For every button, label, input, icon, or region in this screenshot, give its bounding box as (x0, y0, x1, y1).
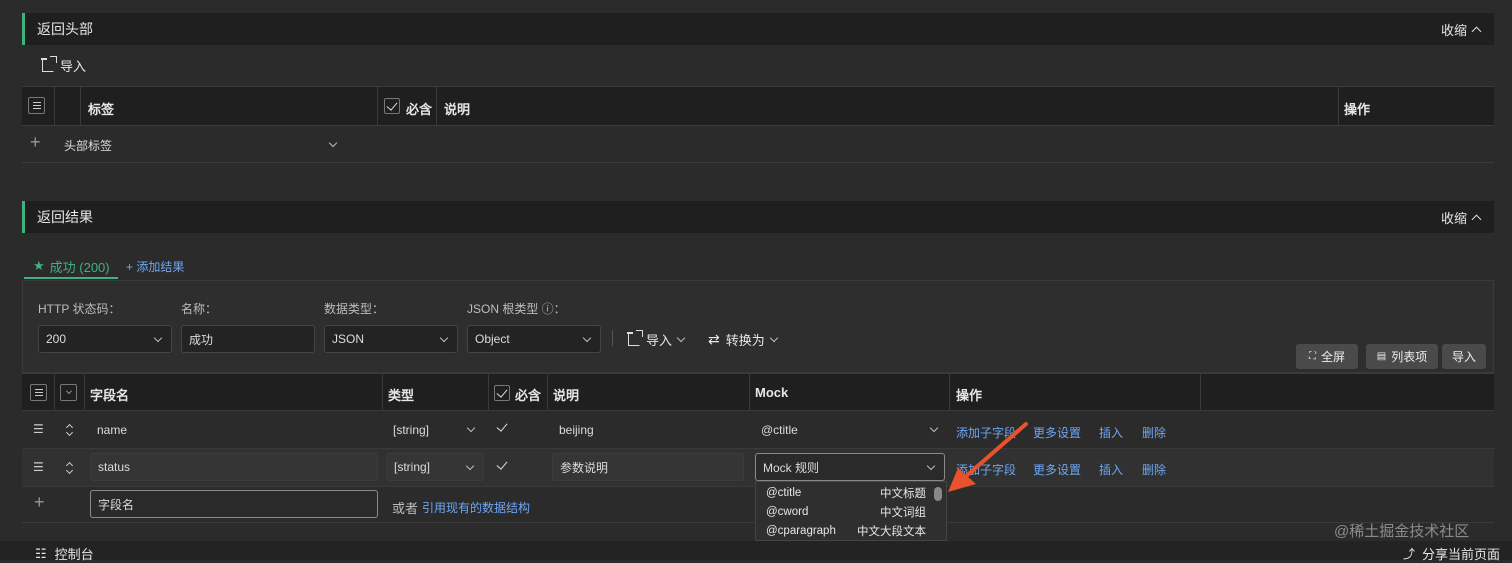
column-ops: 操作 (1344, 102, 1371, 117)
http-status-label: HTTP 状态码： (38, 302, 121, 316)
column-type: 类型 (388, 388, 415, 403)
column-mock: Mock (755, 385, 789, 400)
tab-success-200[interactable]: ★ 成功 (200) (24, 255, 118, 279)
column-field: 字段名 (90, 388, 130, 403)
sliders-icon: ☷ (35, 545, 47, 561)
menu-icon[interactable] (30, 384, 47, 401)
column-required: 必含 (515, 388, 542, 403)
header-tag-input[interactable]: 头部标签 (64, 137, 112, 154)
drag-handle-icon[interactable]: ☰ (33, 422, 44, 436)
add-field-icon[interactable]: + (34, 492, 45, 513)
header-section-title: 返回头部 (37, 21, 93, 37)
name-input[interactable]: 成功 (181, 325, 315, 353)
import-icon (627, 330, 643, 346)
fullscreen-button[interactable]: ⛶ 全屏 (1296, 344, 1358, 369)
header-section-bar[interactable]: 返回头部 收缩 (22, 13, 1494, 45)
result-import-button[interactable]: 导入 (627, 330, 686, 349)
annotation-arrow (948, 422, 1028, 492)
header-table-head: 标签 必含 说明 操作 (22, 86, 1494, 126)
fullscreen-icon: ⛶ (1308, 351, 1316, 362)
convert-button[interactable]: ⇄ 转换为 (708, 330, 778, 349)
star-icon: ★ (33, 258, 45, 273)
menu-icon[interactable] (28, 97, 45, 114)
share-page-button[interactable]: ⤴ 分享当前页面 (1403, 544, 1500, 563)
delete-link[interactable]: 删除 (1142, 424, 1166, 441)
column-tag: 标签 (88, 102, 115, 117)
required-checkbox[interactable] (496, 458, 508, 470)
field-name-input[interactable]: status (90, 453, 378, 481)
new-field-input[interactable]: 字段名 (90, 490, 378, 518)
type-select[interactable]: [string] (393, 423, 429, 437)
header-import-button[interactable]: 导入 (41, 56, 86, 75)
import-icon (41, 56, 57, 72)
chevron-down-icon (153, 333, 163, 343)
or-label: 或者 (392, 501, 419, 516)
desc-input[interactable]: 参数说明 (552, 453, 744, 481)
json-root-label: JSON 根类型 ⓘ： (467, 302, 566, 316)
required-all-checkbox[interactable] (494, 385, 510, 401)
chevron-down-icon (769, 333, 778, 343)
desc-input[interactable]: beijing (559, 423, 594, 437)
chevron-down-icon (439, 333, 449, 343)
data-type-label: 数据类型： (324, 302, 385, 316)
type-select[interactable]: [string] (386, 453, 484, 481)
chevron-down-icon[interactable] (929, 423, 939, 433)
insert-link[interactable]: 插入 (1099, 461, 1123, 478)
list-items-button[interactable]: ▤ 列表项 (1366, 344, 1438, 369)
chevron-up-icon (1471, 214, 1482, 224)
chevron-down-icon (676, 333, 686, 343)
chevron-up-icon (1471, 26, 1482, 36)
insert-link[interactable]: 插入 (1099, 424, 1123, 441)
delete-link[interactable]: 删除 (1142, 461, 1166, 478)
add-result-link[interactable]: + 添加结果 (126, 258, 184, 275)
chevron-down-icon (582, 333, 592, 343)
data-type-select[interactable]: JSON (324, 325, 458, 353)
toolbar-import-button[interactable]: 导入 (1442, 344, 1486, 369)
more-settings-link[interactable]: 更多设置 (1033, 461, 1081, 478)
add-row-icon[interactable]: + (30, 132, 41, 153)
footer-bar (0, 541, 1512, 560)
column-desc: 说明 (553, 388, 580, 403)
reference-structure-link[interactable]: 引用现有的数据结构 (422, 499, 530, 516)
header-collapse-button[interactable]: 收缩 (1441, 13, 1482, 45)
expand-all-button[interactable] (60, 384, 77, 401)
chevron-down-icon[interactable] (466, 423, 476, 433)
dropdown-option[interactable]: @cword 中文词组 (766, 502, 926, 521)
column-ops: 操作 (956, 388, 983, 403)
dropdown-option[interactable]: @cparagraph 中文大段文本 (766, 521, 926, 540)
result-section-title: 返回结果 (37, 209, 93, 225)
chevron-down-icon[interactable] (328, 138, 338, 148)
sort-icon[interactable] (66, 423, 74, 437)
more-settings-link[interactable]: 更多设置 (1033, 424, 1081, 441)
dropdown-option[interactable]: @ctitle 中文标题 (766, 483, 926, 502)
result-section-bar[interactable]: 返回结果 收缩 (22, 201, 1494, 233)
console-button[interactable]: ☷ 控制台 (35, 544, 94, 563)
sort-icon[interactable] (66, 461, 74, 475)
table-row: ☰ name [string] beijing @ctitle 添加子字段 更多… (22, 411, 1494, 449)
divider (612, 330, 613, 346)
required-all-checkbox[interactable] (384, 98, 400, 114)
drag-handle-icon[interactable]: ☰ (33, 460, 44, 474)
column-desc: 说明 (444, 102, 471, 117)
mock-input[interactable]: Mock 规则 (755, 453, 945, 481)
name-label: 名称： (181, 302, 218, 316)
field-name-input[interactable]: name (97, 423, 127, 437)
share-icon: ⤴ (1403, 547, 1416, 561)
result-table-head: 字段名 类型 必含 说明 Mock 操作 (22, 373, 1494, 411)
column-required: 必含 (406, 102, 433, 117)
result-collapse-button[interactable]: 收缩 (1441, 201, 1482, 233)
watermark: @稀土掘金技术社区 (1334, 523, 1470, 540)
required-checkbox[interactable] (496, 420, 508, 432)
chevron-down-icon (926, 461, 936, 471)
chevron-down-icon (465, 461, 475, 471)
mock-input[interactable]: @ctitle (761, 423, 798, 437)
header-new-row: + 头部标签 (22, 126, 1494, 163)
http-status-select[interactable]: 200 (38, 325, 172, 353)
json-root-select[interactable]: Object (467, 325, 601, 353)
mock-rule-dropdown: @ctitle 中文标题 @cword 中文词组 @cparagraph 中文大… (755, 481, 947, 541)
list-icon: ▤ (1376, 351, 1387, 362)
swap-icon: ⇄ (708, 331, 720, 347)
